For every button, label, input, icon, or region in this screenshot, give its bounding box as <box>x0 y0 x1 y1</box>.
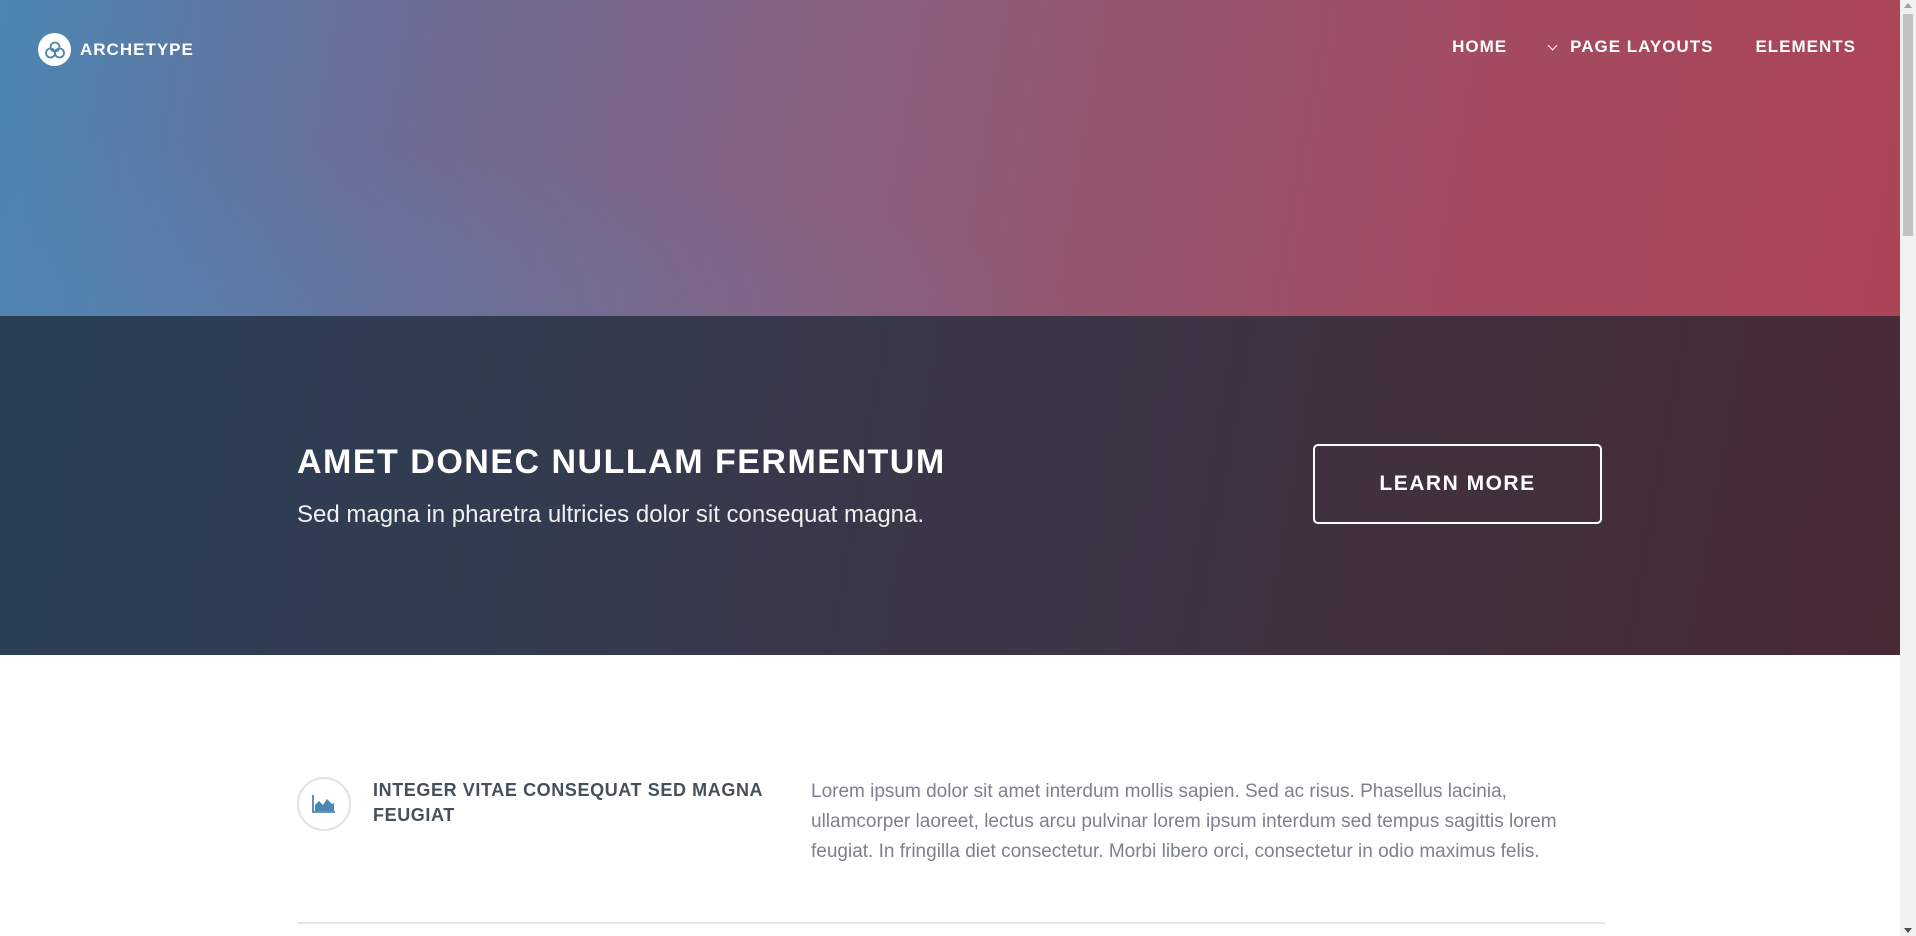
page: ARCHETYPE HOME PAGE LAYOUTS ELEMENTS AME… <box>0 0 1900 936</box>
banner-title: AMET DONEC NULLAM FERMENTUM <box>297 443 946 481</box>
scroll-down-icon[interactable] <box>1904 928 1912 933</box>
area-chart-icon <box>297 777 351 831</box>
logo[interactable]: ARCHETYPE <box>38 33 194 66</box>
learn-more-button[interactable]: LEARN MORE <box>1313 444 1602 524</box>
feature-text: Lorem ipsum dolor sit amet interdum moll… <box>811 781 1557 862</box>
cta-banner: AMET DONEC NULLAM FERMENTUM Sed magna in… <box>0 316 1900 655</box>
chevron-down-icon <box>1547 40 1558 50</box>
banner-subtitle: Sed magna in pharetra ultricies dolor si… <box>297 501 925 528</box>
section-divider <box>297 922 1605 924</box>
main-nav: HOME PAGE LAYOUTS ELEMENTS <box>1410 37 1856 57</box>
feature-title: INTEGER VITAE CONSEQUAT SED MAGNA FEUGIA… <box>373 780 763 825</box>
nav-home[interactable]: HOME <box>1452 37 1507 57</box>
hero-header: ARCHETYPE HOME PAGE LAYOUTS ELEMENTS <box>0 0 1900 316</box>
nav-page-layouts-label: PAGE LAYOUTS <box>1570 37 1714 56</box>
logo-icon <box>38 33 71 66</box>
vertical-scrollbar[interactable] <box>1900 0 1916 936</box>
logo-text: ARCHETYPE <box>80 39 194 59</box>
scroll-up-icon[interactable] <box>1904 3 1912 8</box>
nav-elements[interactable]: ELEMENTS <box>1755 37 1856 57</box>
scrollbar-thumb[interactable] <box>1903 14 1913 236</box>
nav-page-layouts[interactable]: PAGE LAYOUTS <box>1547 37 1714 57</box>
